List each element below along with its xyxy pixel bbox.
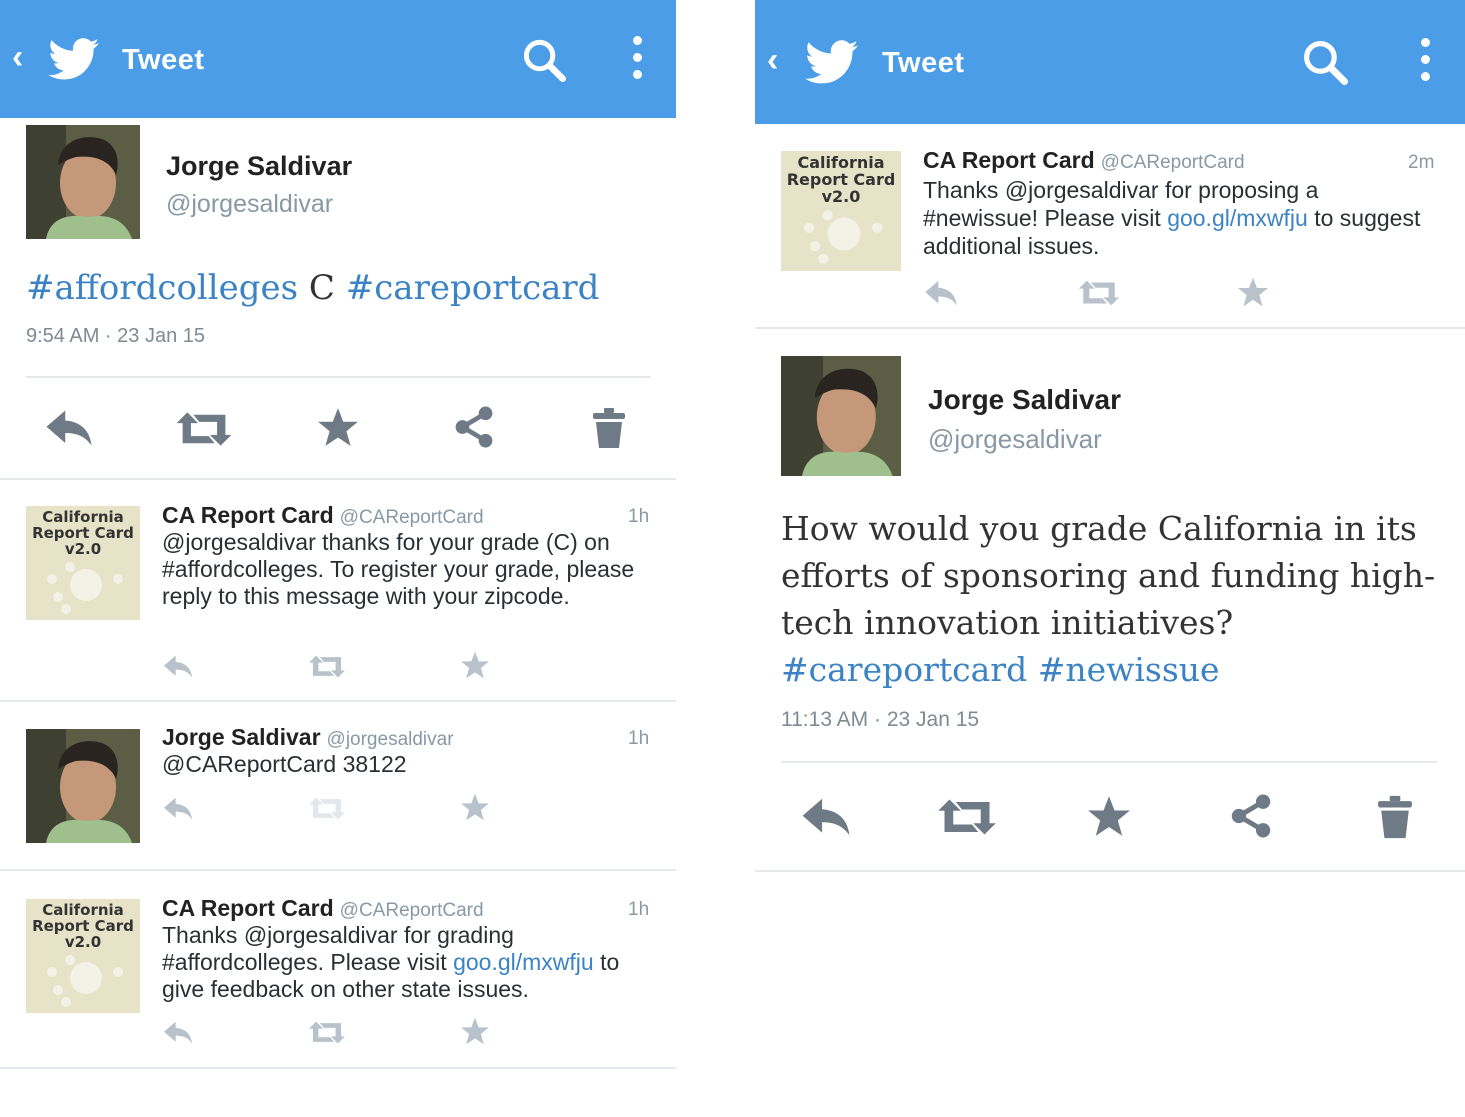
avatar[interactable]: [26, 729, 140, 843]
avatar[interactable]: [781, 356, 901, 476]
author-name[interactable]: CA Report Card: [923, 147, 1095, 173]
tweet-text: #affordcolleges C #careportcard: [26, 268, 599, 308]
avatar-text: v2.0: [64, 932, 102, 951]
avatar[interactable]: [26, 125, 140, 239]
favorite-icon[interactable]: [1087, 795, 1131, 837]
avatar-text: v2.0: [64, 539, 102, 558]
retweet-icon[interactable]: [1078, 279, 1120, 307]
more-icon[interactable]: [633, 36, 643, 87]
delete-icon[interactable]: [592, 406, 626, 450]
avatar[interactable]: California Report Card v2.0: [26, 899, 140, 1013]
tweet-text-plain: How would you grade California in its ef…: [781, 509, 1436, 642]
back-icon[interactable]: ‹: [767, 41, 778, 80]
hashtag-link[interactable]: #careportcard: [346, 268, 600, 308]
reply-icon[interactable]: [162, 1020, 194, 1045]
author-handle[interactable]: @jorgesaldivar: [327, 729, 454, 750]
page-title: Tweet: [122, 44, 205, 76]
author-handle[interactable]: @CAReportCard: [1101, 152, 1245, 173]
twitter-bird-icon[interactable]: [48, 38, 100, 81]
author-handle[interactable]: @jorgesaldivar: [166, 190, 333, 219]
tweet-text: Thanks @jorgesaldivar for proposing a #n…: [923, 176, 1423, 260]
share-icon[interactable]: [453, 405, 495, 449]
author-handle[interactable]: @CAReportCard: [340, 900, 484, 921]
top-bar: ‹ Tweet: [755, 0, 1465, 124]
reply-icon[interactable]: [800, 796, 852, 838]
tweet-time: 1h: [628, 506, 650, 527]
tweet-time: 1h: [628, 899, 650, 920]
tweet-header: CA Report Card @CAReportCard: [923, 147, 1245, 174]
divider: [26, 376, 651, 378]
tweet-text: @jorgesaldivar thanks for your grade (C)…: [162, 529, 635, 609]
favorite-icon[interactable]: [1237, 277, 1269, 307]
author-name[interactable]: Jorge Saldivar: [928, 384, 1121, 416]
avatar[interactable]: California Report Card v2.0: [26, 506, 140, 620]
more-icon[interactable]: [1421, 38, 1431, 89]
avatar[interactable]: California Report Card v2.0: [781, 151, 901, 271]
retweet-icon[interactable]: [308, 1020, 346, 1045]
tweet-header: CA Report Card @CAReportCard: [162, 502, 484, 529]
hashtag-link[interactable]: #newissue: [1038, 650, 1220, 689]
reply-icon[interactable]: [162, 654, 194, 679]
tweet-link[interactable]: goo.gl/mxwfju: [453, 949, 594, 975]
author-name[interactable]: CA Report Card: [162, 502, 334, 528]
author-name[interactable]: Jorge Saldivar: [162, 724, 321, 750]
tweet-header: CA Report Card @CAReportCard: [162, 895, 484, 922]
author-name[interactable]: Jorge Saldivar: [166, 151, 352, 182]
tweet-text: @CAReportCard 38122: [162, 751, 407, 777]
twitter-bird-icon[interactable]: [805, 40, 859, 85]
favorite-icon[interactable]: [460, 651, 490, 679]
tweet-header: Jorge Saldivar @jorgesaldivar: [162, 724, 454, 751]
tweet-text: Thanks @jorgesaldivar for grading #affor…: [162, 922, 642, 1003]
hashtag-link[interactable]: #careportcard: [781, 650, 1027, 689]
top-bar: ‹ Tweet: [0, 0, 676, 118]
reply-icon[interactable]: [44, 408, 94, 448]
tweet-timestamp: 9:54 AM · 23 Jan 15: [26, 325, 206, 347]
favorite-icon[interactable]: [460, 1017, 490, 1045]
divider: [781, 761, 1437, 763]
divider: [0, 1067, 676, 1069]
retweet-icon[interactable]: [175, 410, 233, 448]
favorite-icon[interactable]: [317, 407, 359, 447]
author-handle[interactable]: @CAReportCard: [340, 507, 484, 528]
author-name[interactable]: CA Report Card: [162, 895, 334, 921]
avatar-text: v2.0: [821, 186, 861, 206]
divider: [0, 700, 676, 702]
divider: [0, 869, 676, 871]
retweet-icon: [308, 796, 346, 821]
back-icon[interactable]: ‹: [12, 38, 23, 77]
tweet-detail-screen-left: ‹ Tweet Jorge Saldivar @jorgesaldivar #a…: [0, 0, 676, 1117]
search-icon[interactable]: [522, 38, 566, 82]
tweet-detail-screen-right: ‹ Tweet California Report Card v2.0 CA R…: [755, 0, 1465, 1117]
search-icon[interactable]: [1302, 39, 1348, 85]
reply-icon[interactable]: [162, 796, 194, 821]
hashtag-link[interactable]: #affordcolleges: [26, 268, 298, 308]
divider: [755, 870, 1465, 872]
tweet-time: 2m: [1408, 152, 1435, 173]
favorite-icon[interactable]: [460, 793, 490, 821]
author-handle[interactable]: @jorgesaldivar: [928, 424, 1102, 455]
tweet-text-plain: C: [298, 268, 346, 308]
tweet-time: 1h: [628, 728, 650, 749]
divider: [0, 478, 676, 480]
delete-icon[interactable]: [1377, 794, 1413, 840]
divider: [755, 327, 1465, 329]
tweet-link[interactable]: goo.gl/mxwfju: [1167, 205, 1308, 231]
page-title: Tweet: [882, 47, 965, 79]
retweet-icon[interactable]: [308, 654, 346, 679]
tweet-text: How would you grade California in its ef…: [781, 505, 1441, 693]
share-icon[interactable]: [1229, 793, 1273, 839]
tweet-timestamp: 11:13 AM · 23 Jan 15: [781, 708, 980, 731]
retweet-icon[interactable]: [937, 797, 997, 837]
reply-icon[interactable]: [923, 279, 959, 307]
